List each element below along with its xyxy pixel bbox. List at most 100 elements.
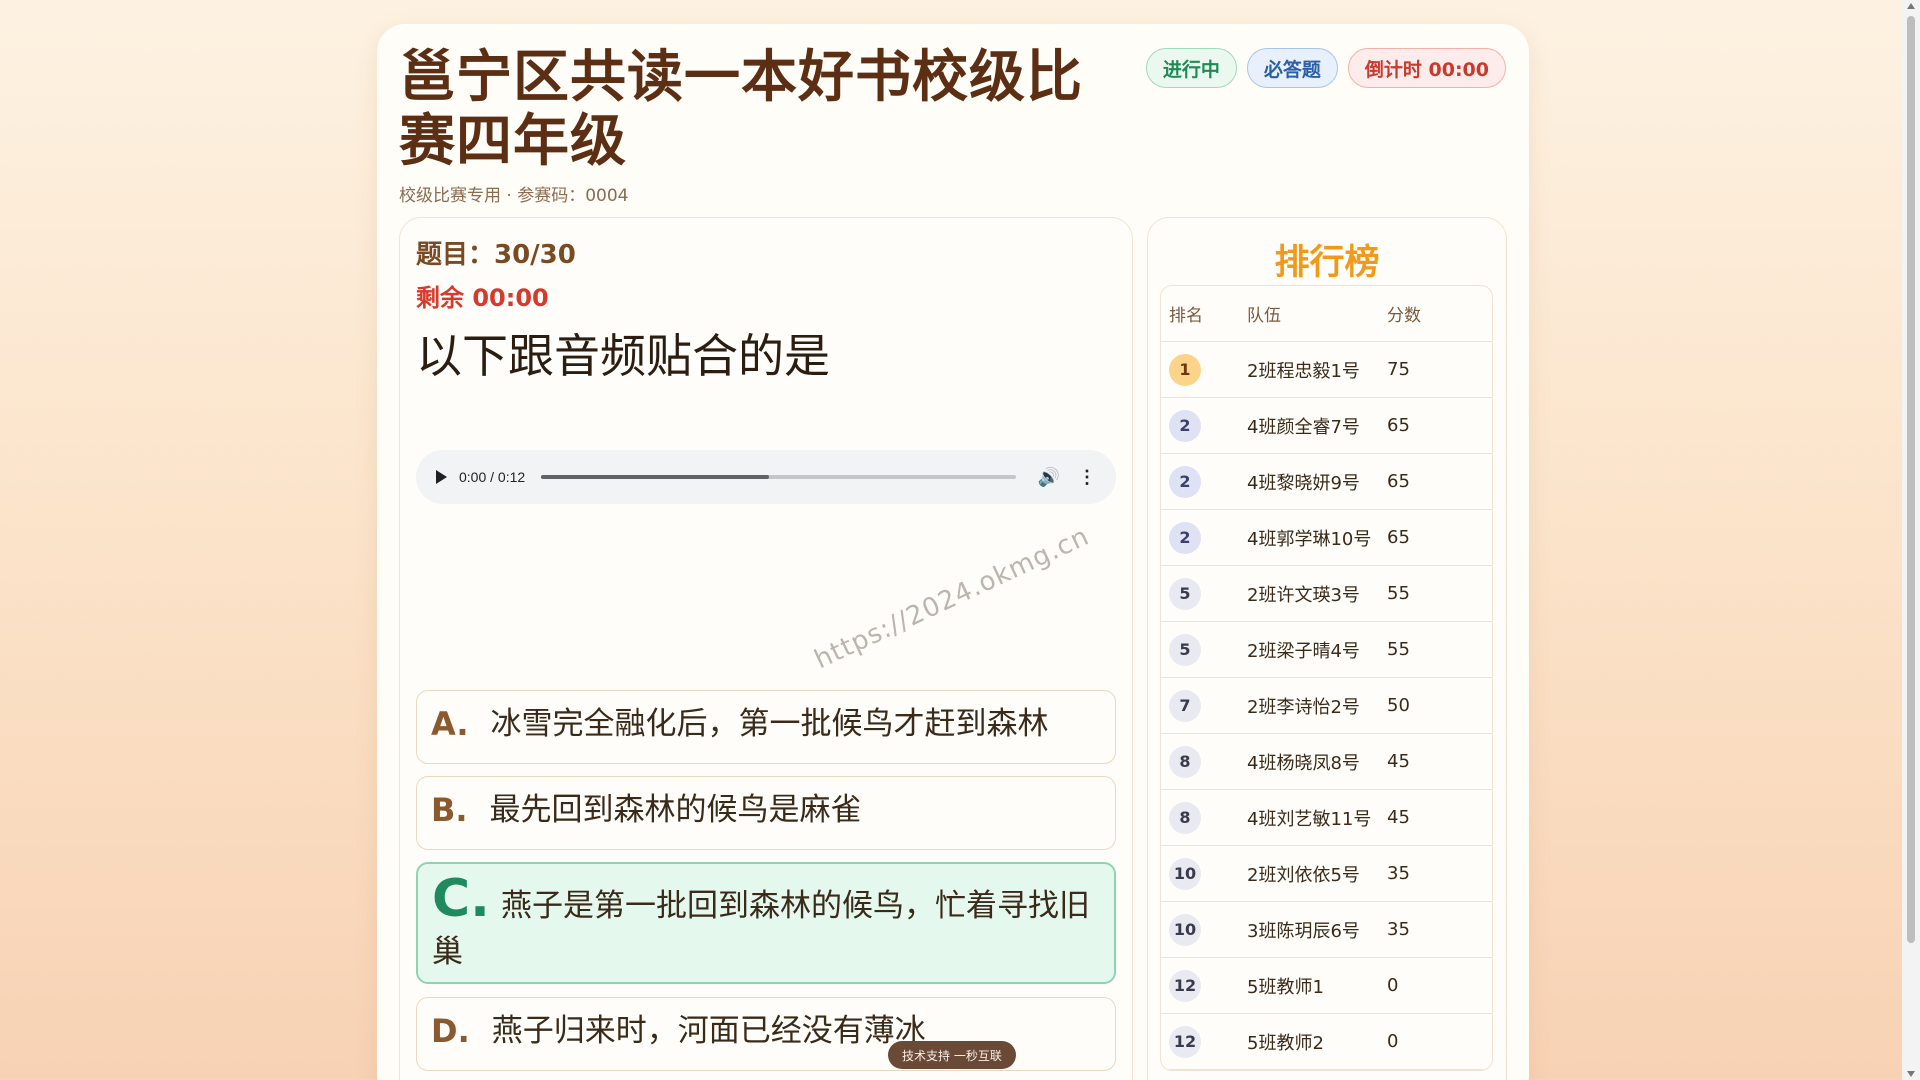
team-cell: 2班刘依依5号 xyxy=(1247,864,1360,886)
rank-cell: 1 xyxy=(1161,353,1247,386)
score-cell: 35 xyxy=(1387,919,1410,940)
status-badge-live: 进行中 xyxy=(1145,48,1237,88)
rank-badge: 7 xyxy=(1169,689,1201,722)
table-row: 12 5班教师2 0 xyxy=(1161,1014,1492,1070)
tech-support-tag: 技术支持 一秒互联 xyxy=(888,1041,1016,1069)
audio-seek-bar[interactable] xyxy=(541,475,1016,479)
rank-badge: 12 xyxy=(1169,969,1201,1002)
page-subtitle: 校级比赛专用 · 参赛码：0004 xyxy=(399,186,629,206)
rank-cell: 2 xyxy=(1161,465,1247,498)
score-cell: 50 xyxy=(1387,695,1410,716)
rank-badge: 10 xyxy=(1169,913,1201,946)
team-cell: 4班黎晓妍9号 xyxy=(1247,472,1360,494)
rank-cell: 5 xyxy=(1161,633,1247,666)
rank-badge: 10 xyxy=(1169,857,1201,890)
option-letter: C. xyxy=(432,869,490,929)
leaderboard-title: 排行榜 xyxy=(1274,243,1380,283)
team-cell: 2班程忠毅1号 xyxy=(1247,360,1360,382)
team-cell: 3班陈玥辰6号 xyxy=(1247,920,1360,942)
rank-cell: 12 xyxy=(1161,969,1247,1002)
rank-cell: 8 xyxy=(1161,745,1247,778)
score-cell: 0 xyxy=(1387,1031,1399,1052)
play-icon[interactable] xyxy=(436,470,447,484)
table-row: 5 2班梁子晴4号 55 xyxy=(1161,622,1492,678)
rank-badge: 12 xyxy=(1169,1025,1201,1058)
watermark: https://2024.okmg.cn xyxy=(810,521,1095,676)
status-badge-required: 必答题 xyxy=(1246,48,1338,88)
column-header-rank: 排名 xyxy=(1169,306,1203,326)
rank-cell: 10 xyxy=(1161,913,1247,946)
quiz-card: 邕宁区共读一本好书校级比赛四年级 校级比赛专用 · 参赛码：0004 进行中 必… xyxy=(377,24,1529,1080)
audio-player[interactable]: 0:00 / 0:12 🔊 ⋮ xyxy=(416,450,1116,504)
score-cell: 55 xyxy=(1387,639,1410,660)
leaderboard-panel: 排行榜 排名 队伍 分数 1 2班程忠毅1号 75 2 4班颜全睿7号 65 2 4班黎晓妍9… xyxy=(1147,217,1507,1080)
leaderboard-rows: 1 2班程忠毅1号 75 2 4班颜全睿7号 65 2 4班黎晓妍9号 65 2 4班郭学琳10号 6… xyxy=(1161,342,1492,1070)
rank-cell: 8 xyxy=(1161,801,1247,834)
table-row: 12 5班教师1 0 xyxy=(1161,958,1492,1014)
score-cell: 65 xyxy=(1387,415,1410,436)
audio-time: 0:00 / 0:12 xyxy=(459,469,526,485)
option-text: 冰雪完全融化后，第一批候鸟才赶到森林 xyxy=(490,706,1049,742)
table-row: 5 2班许文瑛3号 55 xyxy=(1161,566,1492,622)
rank-badge: 2 xyxy=(1169,521,1201,554)
page-title: 邕宁区共读一本好书校级比赛四年级 xyxy=(399,45,1083,174)
table-row: 1 2班程忠毅1号 75 xyxy=(1161,342,1492,398)
rank-cell: 5 xyxy=(1161,577,1247,610)
score-cell: 65 xyxy=(1387,471,1410,492)
rank-badge: 8 xyxy=(1169,745,1201,778)
score-cell: 0 xyxy=(1387,975,1399,996)
team-cell: 2班李诗怡2号 xyxy=(1247,696,1360,718)
countdown-badge: 倒计时 00:00 xyxy=(1347,48,1506,88)
option-a[interactable]: A. 冰雪完全融化后，第一批候鸟才赶到森林 xyxy=(416,690,1116,764)
question-panel: 题目：30/30 剩余 00:00 以下跟音频贴合的是 0:00 / 0:12 … xyxy=(399,217,1133,1080)
score-cell: 75 xyxy=(1387,359,1410,380)
table-row: 2 4班郭学琳10号 65 xyxy=(1161,510,1492,566)
table-row: 2 4班黎晓妍9号 65 xyxy=(1161,454,1492,510)
option-b[interactable]: B. 最先回到森林的候鸟是麻雀 xyxy=(416,776,1116,850)
option-letter: D. xyxy=(431,1012,470,1050)
table-row: 2 4班颜全睿7号 65 xyxy=(1161,398,1492,454)
score-cell: 45 xyxy=(1387,807,1410,828)
scroll-up-icon[interactable] xyxy=(1907,3,1915,9)
question-number: 题目：30/30 xyxy=(416,240,576,270)
team-cell: 2班许文瑛3号 xyxy=(1247,584,1360,606)
leaderboard-table: 排名 队伍 分数 1 2班程忠毅1号 75 2 4班颜全睿7号 65 2 4班黎晓妍9号 65 2… xyxy=(1160,285,1493,1071)
remaining-time: 剩余 00:00 xyxy=(416,284,549,312)
table-row: 10 2班刘依依5号 35 xyxy=(1161,846,1492,902)
rank-cell: 2 xyxy=(1161,521,1247,554)
volume-icon[interactable]: 🔊 xyxy=(1038,467,1060,488)
scrollbar[interactable] xyxy=(1902,0,1920,1080)
status-badges: 进行中 必答题 倒计时 00:00 xyxy=(1145,48,1506,88)
team-cell: 4班刘艺敏11号 xyxy=(1247,808,1372,830)
table-row: 8 4班刘艺敏11号 45 xyxy=(1161,790,1492,846)
option-text: 燕子归来时，河面已经没有薄冰 xyxy=(491,1013,926,1049)
rank-cell: 10 xyxy=(1161,857,1247,890)
score-cell: 35 xyxy=(1387,863,1410,884)
rank-badge: 5 xyxy=(1169,633,1201,666)
option-text: 最先回到森林的候鸟是麻雀 xyxy=(489,792,862,828)
audio-progress-fill xyxy=(541,475,769,479)
table-row: 7 2班李诗怡2号 50 xyxy=(1161,678,1492,734)
team-cell: 5班教师2 xyxy=(1247,1032,1324,1054)
rank-badge: 5 xyxy=(1169,577,1201,610)
rank-badge: 1 xyxy=(1169,353,1201,386)
option-letter: A. xyxy=(431,705,469,743)
score-cell: 55 xyxy=(1387,583,1410,604)
rank-badge: 8 xyxy=(1169,801,1201,834)
question-text: 以下跟音频贴合的是 xyxy=(416,329,830,383)
rank-cell: 2 xyxy=(1161,409,1247,442)
column-header-team: 队伍 xyxy=(1247,306,1281,326)
team-cell: 4班颜全睿7号 xyxy=(1247,416,1360,438)
rank-badge: 2 xyxy=(1169,465,1201,498)
team-cell: 2班梁子晴4号 xyxy=(1247,640,1360,662)
team-cell: 4班郭学琳10号 xyxy=(1247,528,1372,550)
option-c[interactable]: C. 燕子是第一批回到森林的候鸟，忙着寻找旧巢 xyxy=(416,862,1116,984)
option-letter: B. xyxy=(431,791,468,829)
column-header-score: 分数 xyxy=(1387,306,1421,326)
more-options-icon[interactable]: ⋮ xyxy=(1078,467,1096,488)
scroll-down-icon[interactable] xyxy=(1907,1071,1915,1077)
score-cell: 45 xyxy=(1387,751,1410,772)
score-cell: 65 xyxy=(1387,527,1410,548)
rank-cell: 7 xyxy=(1161,689,1247,722)
scrollbar-thumb[interactable] xyxy=(1907,16,1915,943)
